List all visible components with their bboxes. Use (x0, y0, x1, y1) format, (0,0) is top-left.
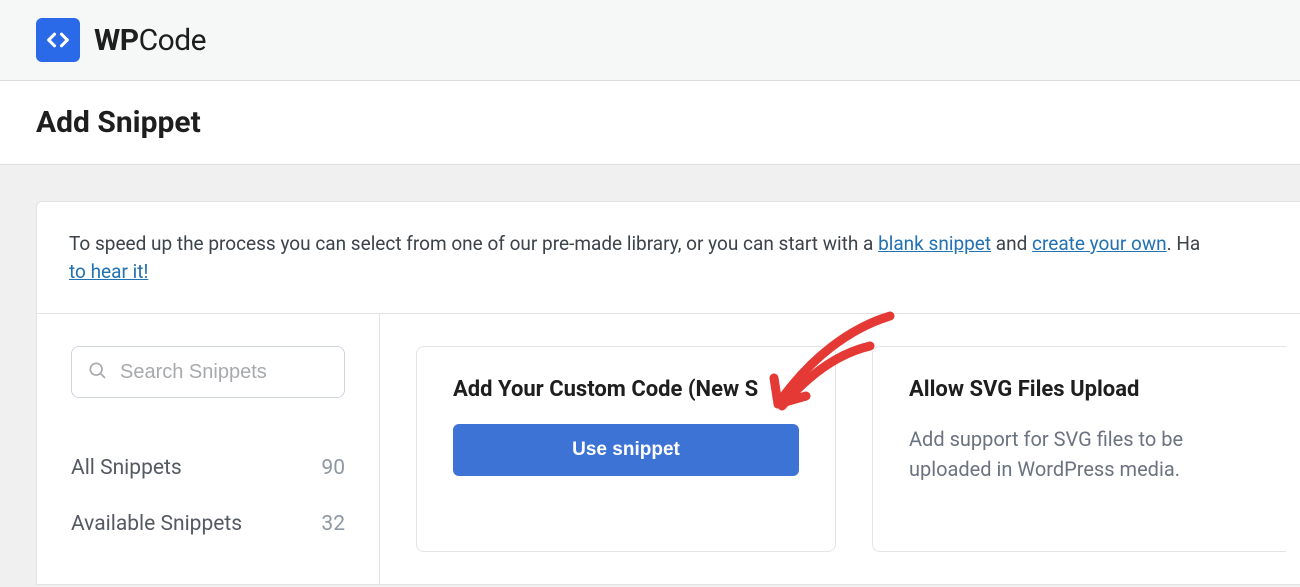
filter-label: All Snippets (71, 456, 182, 480)
brand-name-light: Code (139, 23, 206, 58)
cards-area: Add Your Custom Code (New S Use snippet … (380, 314, 1300, 584)
filter-count: 90 (321, 456, 345, 480)
card-allow-svg-upload: Allow SVG Files Upload Add support for S… (872, 346, 1286, 552)
content-area: To speed up the process you can select f… (0, 165, 1300, 585)
filter-list: All Snippets 90 Available Snippets 32 (71, 440, 345, 552)
blank-snippet-link[interactable]: blank snippet (878, 232, 991, 255)
brand-name: WPCode (94, 23, 206, 58)
filter-label: Available Snippets (71, 512, 242, 536)
to-hear-it-link[interactable]: to hear it! (69, 260, 148, 283)
intro-prefix: To speed up the process you can select f… (69, 232, 878, 255)
intro-text: To speed up the process you can select f… (37, 202, 1300, 314)
search-input[interactable] (71, 346, 345, 398)
search-icon (87, 360, 107, 384)
card-add-custom-code: Add Your Custom Code (New S Use snippet (416, 346, 836, 552)
use-snippet-button[interactable]: Use snippet (453, 424, 799, 476)
wpcode-logo-icon (36, 18, 80, 62)
brand-logo: WPCode (36, 18, 206, 62)
intro-mid: and (991, 232, 1032, 255)
page-title-bar: Add Snippet (0, 81, 1300, 165)
search-box (71, 346, 345, 398)
filter-available-snippets[interactable]: Available Snippets 32 (71, 496, 345, 552)
lower-section: All Snippets 90 Available Snippets 32 Ad… (37, 314, 1300, 584)
filter-all-snippets[interactable]: All Snippets 90 (71, 440, 345, 496)
sidebar: All Snippets 90 Available Snippets 32 (37, 314, 380, 584)
main-panel: To speed up the process you can select f… (36, 201, 1300, 585)
card-title: Allow SVG Files Upload (909, 377, 1250, 402)
intro-suffix: . Ha (1167, 232, 1201, 255)
card-description: Add support for SVG files to be uploaded… (909, 424, 1250, 484)
brand-name-bold: WP (94, 23, 139, 58)
create-your-own-link[interactable]: create your own (1032, 232, 1167, 255)
filter-count: 32 (321, 512, 345, 536)
top-bar: WPCode (0, 0, 1300, 81)
page-title: Add Snippet (36, 105, 1264, 140)
card-title: Add Your Custom Code (New S (453, 377, 799, 402)
